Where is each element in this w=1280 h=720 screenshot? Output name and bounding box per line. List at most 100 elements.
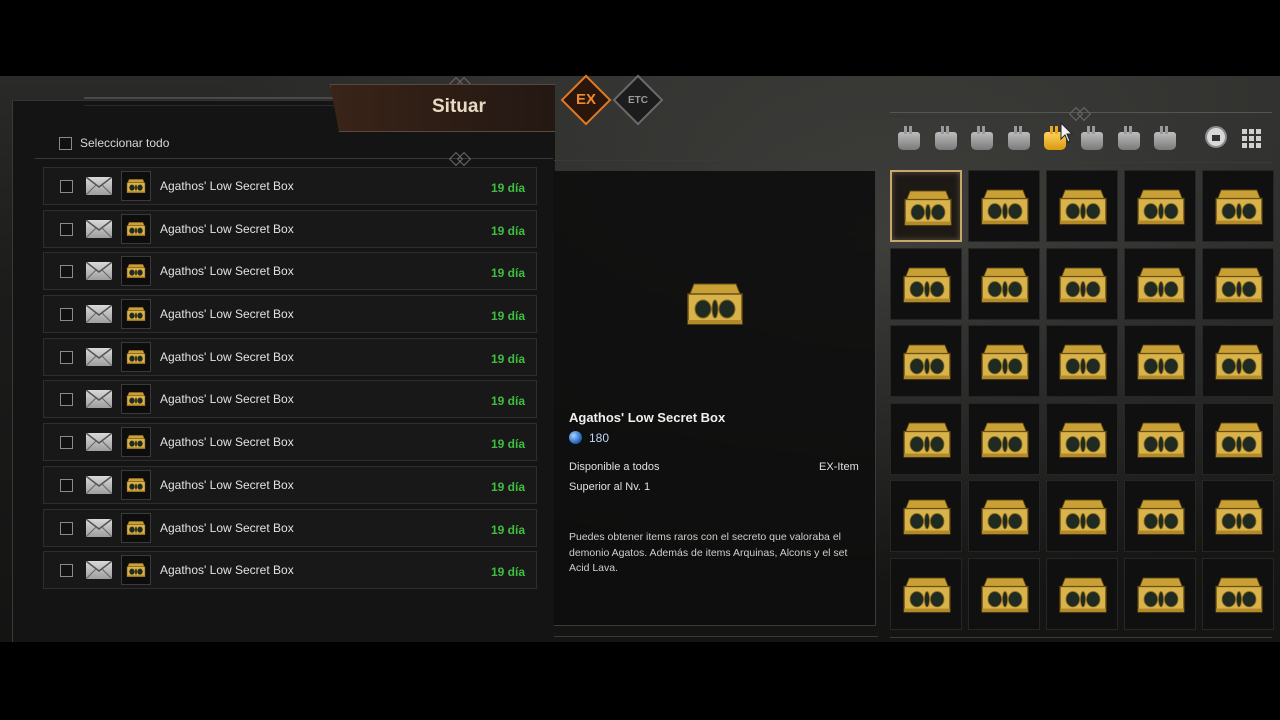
mail-row[interactable]: Agathos' Low Secret Box 19 día [43,295,537,334]
mail-row-checkbox[interactable] [60,478,73,492]
inventory-slot[interactable] [1124,402,1196,475]
envelope-icon [86,347,112,366]
inventory-slot[interactable] [1046,480,1118,553]
grid-view-icon[interactable] [1242,129,1262,148]
inventory-bag-tabs [896,124,1189,152]
envelope-icon [86,518,112,537]
envelope-icon [86,219,112,238]
panel-divider [35,158,553,159]
inventory-slot[interactable] [890,480,962,553]
item-slot [121,469,151,500]
filter-tab-etc-label: ETC [628,95,648,106]
mail-row[interactable]: Agathos' Low Secret Box 19 día [43,380,537,419]
mail-row[interactable]: Agathos' Low Secret Box 19 día [43,508,537,547]
mail-item-title: Agathos' Low Secret Box [160,520,294,535]
item-price: 180 [589,431,610,445]
inventory-slot[interactable] [1046,402,1118,475]
inventory-slot[interactable] [890,325,962,398]
mail-row[interactable]: Agathos' Low Secret Box 19 día [43,551,537,590]
detail-divider [554,636,878,637]
bag-icon [1080,126,1103,150]
lock-icon[interactable] [1205,126,1227,148]
inventory-slot[interactable] [890,170,962,242]
mail-row[interactable]: Agathos' Low Secret Box 19 día [43,252,537,291]
mail-expiry-days: 19 día [490,266,525,281]
inventory-slot[interactable] [968,170,1040,242]
gold-chest-icon [687,283,743,325]
inventory-slot[interactable] [1202,557,1274,630]
inventory-slot[interactable] [1124,325,1196,398]
mail-row-checkbox[interactable] [60,308,73,322]
item-slot [121,427,151,458]
inventory-slot[interactable] [890,247,962,320]
bag-tab-7[interactable] [1116,124,1142,152]
mail-row-checkbox[interactable] [60,521,73,535]
inventory-slot[interactable] [1124,480,1196,553]
gold-chest-icon [125,562,147,583]
tab-situar-label: Situar [432,96,486,117]
mail-item-title: Agathos' Low Secret Box [160,349,294,364]
mail-item-title: Agathos' Low Secret Box [160,179,294,193]
item-slot [121,171,151,201]
mail-item-title: Agathos' Low Secret Box [160,563,294,578]
bag-tab-1[interactable] [896,124,922,152]
mail-row-checkbox[interactable] [60,222,73,236]
item-slot [121,384,151,415]
mail-row-checkbox[interactable] [60,180,73,193]
bag-icon [1007,126,1030,150]
inventory-slot[interactable] [1202,402,1274,475]
inventory-slot[interactable] [1046,247,1118,320]
gold-chest-icon [125,477,147,498]
bag-icon [934,126,957,150]
mail-expiry-days: 19 día [490,351,525,366]
item-slot [121,555,151,586]
select-all-checkbox[interactable] [59,136,72,150]
inventory-slot[interactable] [1046,325,1118,398]
bag-tab-6[interactable] [1079,124,1105,152]
bag-tab-3[interactable] [969,124,995,152]
inventory-slot[interactable] [968,557,1040,630]
inventory-slot[interactable] [1202,480,1274,553]
bag-tab-2[interactable] [933,124,959,152]
mail-row[interactable]: Agathos' Low Secret Box 19 día [43,167,537,205]
mail-row-checkbox[interactable] [60,564,73,578]
inventory-slot[interactable] [1046,557,1118,630]
mail-row[interactable]: Agathos' Low Secret Box 19 día [43,465,537,504]
inventory-slot[interactable] [968,325,1040,398]
mail-row-checkbox[interactable] [60,265,73,279]
inventory-slot[interactable] [1124,247,1196,320]
envelope-icon [86,262,112,281]
mail-row-checkbox[interactable] [60,350,73,364]
mail-row-checkbox[interactable] [60,436,73,450]
bag-tab-8[interactable] [1152,124,1178,152]
gold-chest-icon [125,263,147,284]
mail-expiry-days: 19 día [490,223,525,238]
mail-row[interactable]: Agathos' Low Secret Box 19 día [43,423,537,462]
bag-tab-4[interactable] [1006,124,1032,152]
inventory-slot[interactable] [890,557,962,630]
inventory-slot[interactable] [968,247,1040,320]
inventory-slot[interactable] [1202,170,1274,242]
mail-expiry-days: 19 día [490,479,525,494]
inventory-slot[interactable] [1202,325,1274,398]
item-slot [121,512,151,543]
mail-item-title: Agathos' Low Secret Box [160,392,294,407]
inventory-slot[interactable] [968,480,1040,553]
inventory-slot[interactable] [890,402,962,475]
mail-row[interactable]: Agathos' Low Secret Box 19 día [43,209,537,248]
gold-chest-icon [125,178,147,199]
mail-item-title: Agathos' Low Secret Box [160,477,294,492]
filter-tab-ex-label: EX [575,91,596,108]
inventory-slot[interactable] [1046,170,1118,242]
inventory-slot[interactable] [1124,557,1196,630]
mail-row-checkbox[interactable] [60,393,73,407]
ornament-knot [1068,108,1090,118]
inventory-slot[interactable] [1124,170,1196,242]
mail-expiry-days: 19 día [490,437,525,452]
item-slot [121,341,151,372]
inventory-slot[interactable] [1202,247,1274,320]
mail-item-title: Agathos' Low Secret Box [160,221,294,236]
select-all-row[interactable]: Seleccionar todo [59,136,169,150]
mail-row[interactable]: Agathos' Low Secret Box 19 día [43,337,537,376]
inventory-slot[interactable] [968,402,1040,475]
